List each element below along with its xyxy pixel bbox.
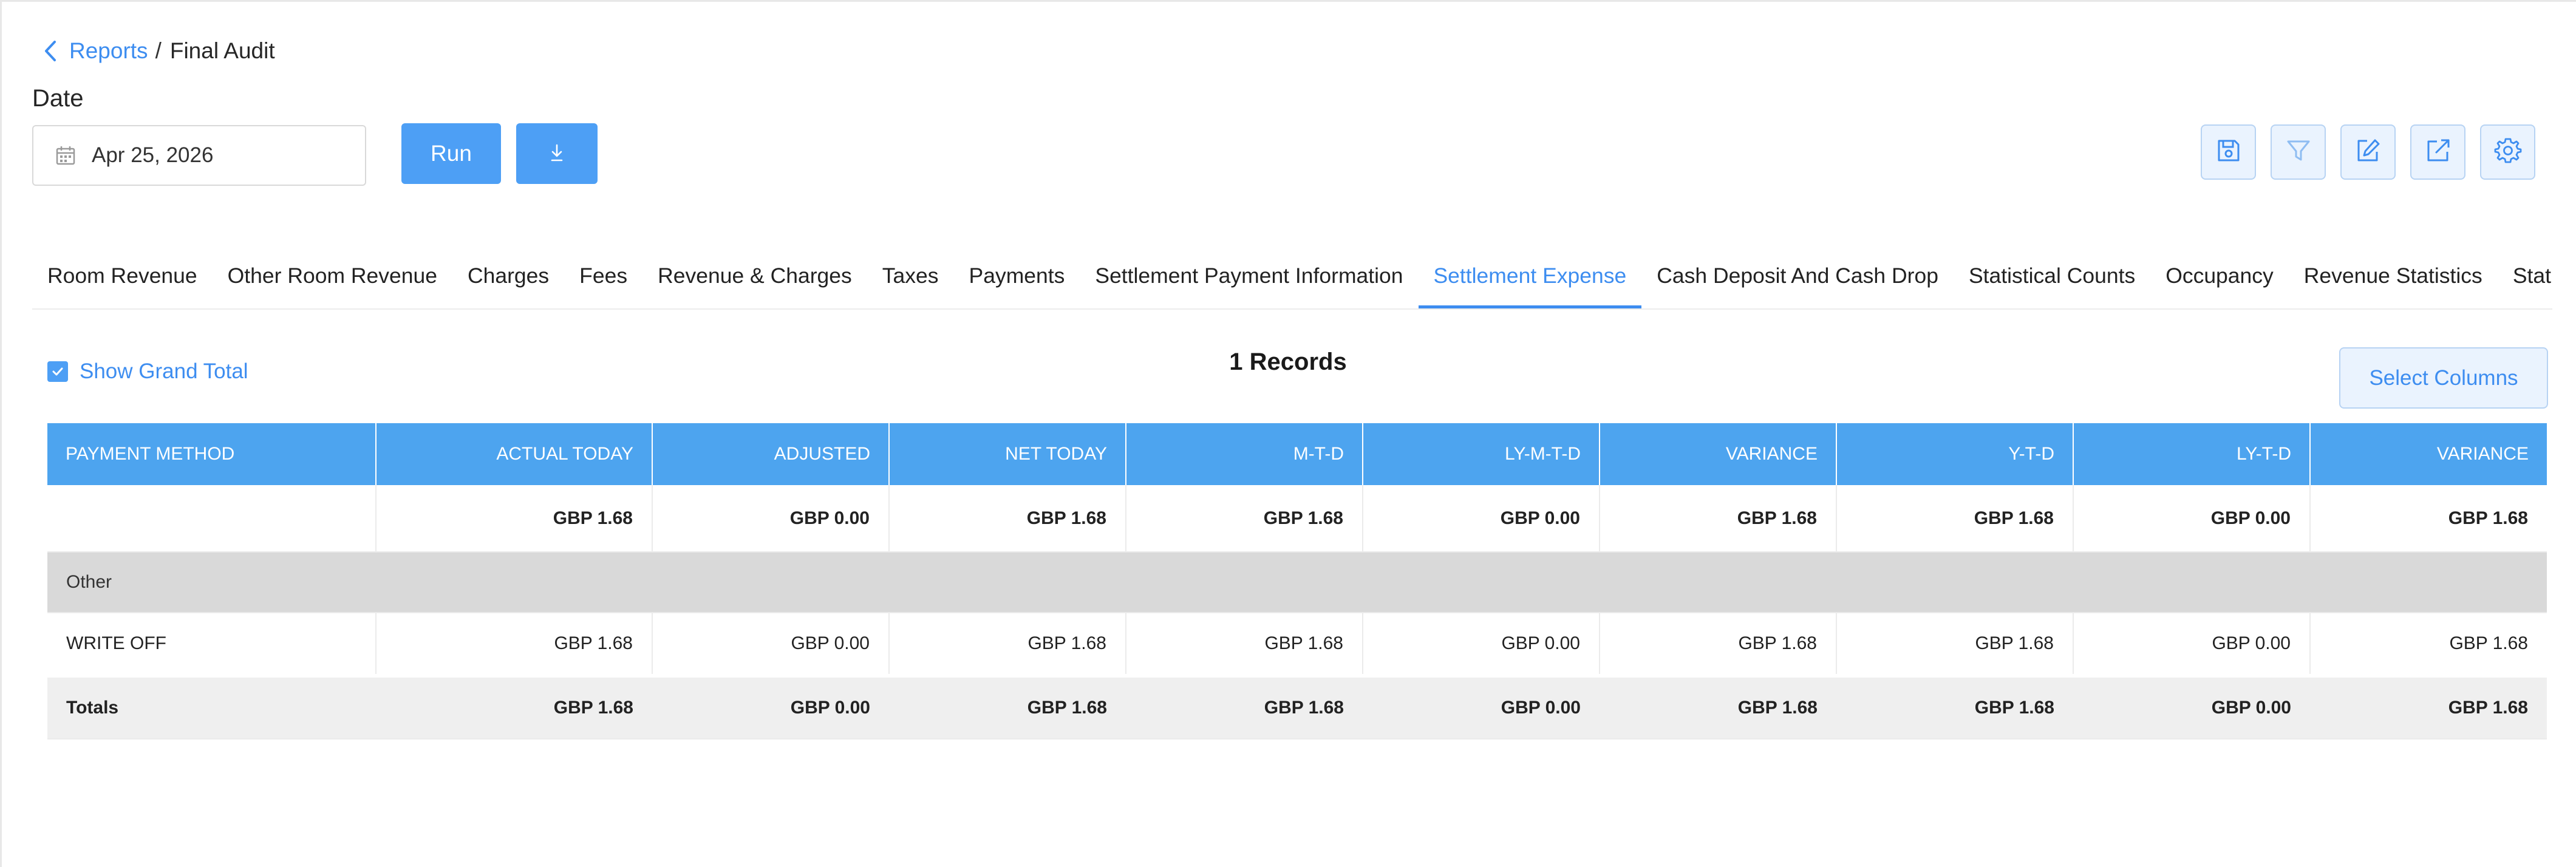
table-cell: GBP 1.68 [889, 613, 1126, 676]
table-row: WRITE OFF GBP 1.68 GBP 0.00 GBP 1.68 GBP 1.6… [47, 613, 2547, 676]
column-header-y-t-d[interactable]: Y-T-D [1836, 423, 2074, 485]
gear-icon [2494, 137, 2522, 168]
tab-revenue-statistics[interactable]: Revenue Statistics [2289, 243, 2498, 308]
select-columns-button[interactable]: Select Columns [2339, 347, 2548, 409]
tab-occupancy[interactable]: Occupancy [2150, 243, 2289, 308]
show-grand-total-toggle[interactable]: Show Grand Total [47, 359, 248, 384]
table-cell: GBP 1.68 [2310, 613, 2547, 676]
table-header-row: PAYMENT METHOD ACTUAL TODAY ADJUSTED NET TO… [47, 423, 2547, 485]
table-cell: GBP 0.00 [1363, 674, 1600, 739]
table-cell: GBP 0.00 [2073, 613, 2311, 676]
column-header-net-today[interactable]: NET TODAY [889, 423, 1126, 485]
edit-icon [2355, 137, 2382, 167]
tab-cash-deposit-and-cash-drop[interactable]: Cash Deposit And Cash Drop [1641, 243, 1954, 308]
column-header-adjusted[interactable]: ADJUSTED [652, 423, 890, 485]
save-button[interactable] [2201, 124, 2256, 180]
table-cell: GBP 1.68 [1836, 485, 2074, 552]
download-icon [548, 143, 566, 165]
totals-row: Totals GBP 1.68 GBP 0.00 GBP 1.68 GBP 1.68 GB… [47, 674, 2547, 739]
column-header-variance[interactable]: VARIANCE [2310, 423, 2547, 485]
table-cell: GBP 1.68 [1600, 674, 1836, 739]
table-cell: GBP 1.68 [2310, 674, 2547, 739]
tab-other-room-revenue[interactable]: Other Room Revenue [213, 243, 452, 308]
table-cell: GBP 1.68 [889, 485, 1126, 552]
table-cell: GBP 1.68 [1126, 613, 1363, 676]
tab-charges[interactable]: Charges [452, 243, 564, 308]
column-header-m-t-d[interactable]: M-T-D [1126, 423, 1363, 485]
breadcrumb-reports-link[interactable]: Reports [69, 38, 148, 64]
group-label: Other [47, 552, 2547, 613]
tab-revenue-and-charges[interactable]: Revenue & Charges [642, 243, 867, 308]
settings-button[interactable] [2480, 124, 2535, 180]
tab-statistical-counts[interactable]: Statistical Counts [1954, 243, 2150, 308]
show-grand-total-label: Show Grand Total [80, 359, 248, 383]
table-cell: GBP 0.00 [2073, 674, 2310, 739]
table-cell: GBP 1.68 [1600, 613, 1837, 676]
download-button[interactable] [516, 123, 598, 184]
edit-button[interactable] [2340, 124, 2396, 180]
tab-statis[interactable]: Statis [2498, 243, 2552, 308]
records-count: 1 Records [1229, 348, 1347, 375]
table-cell: GBP 1.68 [1126, 485, 1363, 552]
report-tabs: Room Revenue Other Room Revenue Charges Fee… [32, 243, 2552, 310]
table-cell: GBP 1.68 [1600, 485, 1837, 552]
filter-button[interactable] [2271, 124, 2326, 180]
table-cell: WRITE OFF [47, 613, 377, 676]
breadcrumb-separator: / [155, 38, 162, 63]
summary-row: GBP 1.68 GBP 0.00 GBP 1.68 GBP 1.68 GBP 0.00… [47, 485, 2547, 552]
table-cell: GBP 0.00 [2073, 485, 2311, 552]
tab-fees[interactable]: Fees [564, 243, 642, 308]
checkbox-checked-icon[interactable] [47, 361, 68, 382]
table-cell: GBP 1.68 [376, 674, 652, 739]
group-row: Other [47, 552, 2547, 613]
tab-room-revenue[interactable]: Room Revenue [32, 243, 213, 308]
tab-settlement-payment-information[interactable]: Settlement Payment Information [1080, 243, 1418, 308]
table-cell: Totals [47, 674, 376, 739]
column-header-payment-method[interactable]: PAYMENT METHOD [47, 423, 377, 485]
tab-payments[interactable]: Payments [954, 243, 1080, 308]
save-icon [2215, 137, 2242, 167]
tab-settlement-expense[interactable]: Settlement Expense [1418, 243, 1642, 308]
table-cell: GBP 1.68 [889, 674, 1126, 739]
date-picker[interactable] [32, 125, 366, 186]
run-button[interactable]: Run [401, 123, 501, 184]
table-cell: GBP 0.00 [652, 485, 890, 552]
table-cell: GBP 1.68 [376, 613, 653, 676]
settlement-expense-table: PAYMENT METHOD ACTUAL TODAY ADJUSTED NET TO… [47, 423, 2547, 739]
tab-taxes[interactable]: Taxes [867, 243, 954, 308]
table-cell: GBP 0.00 [1363, 485, 1600, 552]
date-field[interactable] [92, 143, 335, 168]
column-header-variance[interactable]: VARIANCE [1600, 423, 1837, 485]
column-header-ly-t-d[interactable]: LY-T-D [2073, 423, 2311, 485]
table-cell: GBP 0.00 [652, 613, 890, 676]
filter-icon [2285, 137, 2312, 167]
column-header-ly-m-t-d[interactable]: LY-M-T-D [1363, 423, 1600, 485]
table-cell: GBP 1.68 [376, 485, 653, 552]
table-cell: GBP 1.68 [1836, 674, 2073, 739]
breadcrumb: Reports / Final Audit [40, 35, 275, 67]
back-chevron-icon[interactable] [40, 39, 61, 63]
table-cell: GBP 0.00 [652, 674, 889, 739]
column-header-actual-today[interactable]: ACTUAL TODAY [376, 423, 653, 485]
table-cell: GBP 1.68 [1126, 674, 1363, 739]
export-button[interactable] [2410, 124, 2465, 180]
export-icon [2425, 137, 2452, 167]
table-cell: GBP 1.68 [1836, 613, 2074, 676]
table-cell: GBP 1.68 [2310, 485, 2547, 552]
breadcrumb-current: Final Audit [169, 38, 275, 63]
date-label: Date [32, 85, 84, 112]
report-toolbar [2201, 124, 2535, 180]
table-cell: GBP 0.00 [1363, 613, 1600, 676]
table-cell [47, 485, 377, 552]
calendar-icon [55, 145, 76, 166]
